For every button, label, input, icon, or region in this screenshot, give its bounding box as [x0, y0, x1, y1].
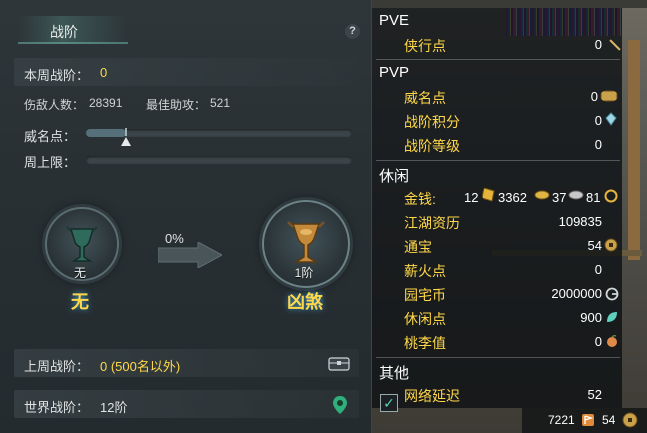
weekly-cap-label: 周上限： [24, 155, 77, 170]
stat-list: PVE 侠行点 0 PVP 威名点 0 战阶积分 0 战阶等级 0 休闲 金钱:… [372, 8, 622, 412]
prestige-label: 威名点： [24, 129, 77, 144]
stat-value-xinhuo: 0 [594, 262, 602, 277]
next-rank-level: 1阶 [294, 266, 314, 280]
divider [376, 160, 620, 161]
injured-label: 伤敌人数： [24, 98, 85, 112]
stat-value-jianghu: 109835 [558, 214, 602, 229]
stat-label-rank-points: 战阶积分 [404, 114, 460, 130]
coin-icon [604, 189, 618, 203]
prestige-token-icon [600, 90, 618, 102]
prestige-marker[interactable] [120, 137, 131, 146]
last-week-row: 上周战阶： 0 (500名以外) [14, 349, 359, 377]
rank-panel: 战阶 ? 本周战阶： 0 伤敌人数： 28391 最佳助攻： 521 威名点： … [0, 0, 372, 433]
divider [376, 357, 620, 358]
panel-header: 战阶 [0, 14, 372, 44]
stat-label-jianghu: 江湖资历 [404, 215, 460, 231]
bottom-resource-bar: 7221 54 [522, 408, 647, 433]
copper-ingot-icon [568, 190, 584, 200]
money-silver: 3362 [498, 190, 527, 205]
latency-checkbox[interactable]: ✓ [380, 394, 398, 412]
stat-value-garden-coin: 2000000 [551, 286, 602, 301]
stat-value-xiaxing: 0 [594, 37, 602, 52]
section-other-title: 其他 [379, 365, 410, 382]
next-rank-name: 凶煞 [287, 292, 323, 312]
g-coin-icon [605, 287, 619, 301]
stat-label-taoli: 桃李值 [404, 335, 446, 351]
best-assist-value: 521 [210, 96, 231, 110]
silver-ingot-icon [534, 190, 550, 200]
panel-title: 战阶 [50, 24, 78, 40]
top-strip [372, 0, 647, 8]
current-rank-level: 无 [73, 266, 86, 280]
stat-value-tongbao: 54 [587, 238, 602, 253]
currency-panel: PVE 侠行点 0 PVP 威名点 0 战阶积分 0 战阶等级 0 休闲 金钱:… [372, 0, 647, 433]
stat-value-prestige: 0 [590, 89, 598, 104]
weekly-rank-row: 本周战阶： 0 [14, 58, 359, 86]
money-gold: 12 [464, 190, 479, 205]
stat-value-rank-level: 0 [594, 137, 602, 152]
world-rank-label: 世界战阶： [24, 400, 90, 415]
peach-icon [607, 334, 617, 347]
help-button[interactable]: ? [345, 24, 360, 39]
stat-label-prestige: 威名点 [404, 90, 446, 106]
stat-value-latency: 52 [587, 387, 602, 402]
world-rank-value: 12阶 [100, 400, 128, 415]
stat-label-money: 金钱: [404, 191, 436, 207]
section-leisure-title: 休闲 [379, 168, 410, 185]
weekly-cap-bar [86, 156, 352, 164]
stat-label-xinhuo: 薪火点 [404, 263, 446, 279]
weekly-rank-label: 本周战阶： [24, 68, 90, 83]
coin-icon [622, 412, 638, 428]
last-week-value: 0 (500名以外) [100, 359, 181, 374]
chest-icon[interactable] [328, 355, 350, 371]
last-week-label: 上周战阶： [24, 359, 90, 374]
world-rank-row: 世界战阶： 12阶 [14, 390, 359, 418]
money-coin: 81 [586, 190, 601, 205]
stat-value-leisure-points: 900 [580, 310, 602, 325]
section-pvp-title: PVP [379, 64, 410, 81]
stat-value-taoli: 0 [594, 334, 602, 349]
stat-label-garden-coin: 园宅币 [404, 287, 446, 303]
progress-arrow-icon [158, 242, 222, 268]
section-pve-title: PVE [379, 12, 410, 29]
stat-label-xiaxing: 侠行点 [404, 38, 446, 54]
flag-icon [582, 414, 594, 426]
stat-label-tongbao: 通宝 [404, 239, 432, 255]
stat-label-rank-level: 战阶等级 [404, 138, 460, 154]
stat-label-leisure-points: 休闲点 [404, 311, 446, 327]
crystal-icon [605, 112, 617, 126]
current-rank-name: 无 [71, 292, 89, 312]
leaf-icon [607, 312, 617, 322]
stat-value-rank-points: 0 [594, 113, 602, 128]
bottom-right-value: 54 [602, 413, 616, 427]
injured-value: 28391 [89, 96, 123, 110]
weekly-rank-value: 0 [100, 65, 108, 80]
scene-post [628, 40, 640, 260]
money-copper: 37 [552, 190, 567, 205]
stat-label-latency: 网络延迟 [404, 388, 460, 404]
best-assist-label: 最佳助攻： [146, 98, 207, 112]
sword-icon [609, 39, 621, 51]
prestige-marker-line [124, 128, 127, 136]
map-pin-icon[interactable] [332, 395, 348, 415]
gold-ingot-icon [482, 187, 495, 202]
bottom-left-value: 7221 [548, 413, 575, 427]
coin-icon [604, 238, 618, 252]
divider [376, 59, 620, 60]
